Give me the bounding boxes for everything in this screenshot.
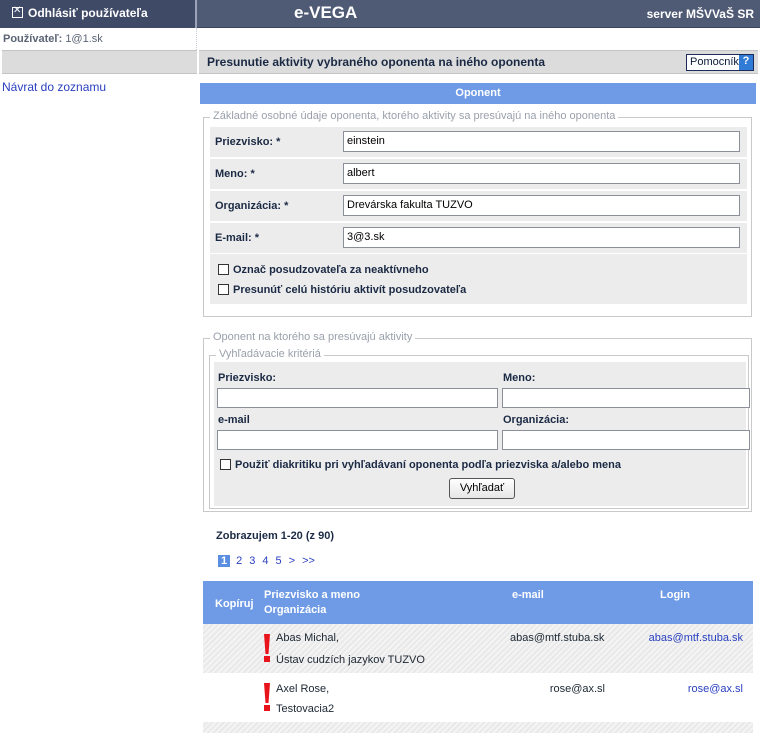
row-email: abas@mtf.stuba.sk (510, 632, 605, 644)
row-name: Abas Michal, (276, 632, 339, 644)
row-login-link[interactable]: rose@ax.sl (688, 683, 743, 695)
target-legend: Oponent na ktorého sa presúvajú aktivity (210, 331, 416, 343)
search-name-label: Meno: (503, 372, 536, 384)
top-bar: Odhlásiť používateľa e-VEGA server MŠVVa… (0, 0, 760, 28)
diacritics-checkbox-row[interactable]: Použiť diakritiku pri vyhľadávaní oponen… (220, 459, 621, 471)
email-label: E-mail: * (215, 232, 260, 244)
row-login-link[interactable]: abas@mtf.stuba.sk (649, 632, 743, 644)
search-surname-label: Priezvisko: (218, 372, 277, 384)
source-checkbox-area: Označ posudzovateľa za neaktívneho Presu… (210, 254, 747, 304)
col-email: e-mail (512, 589, 544, 601)
page-5-link[interactable]: 5 (276, 555, 282, 567)
surname-row: Priezvisko: * einstein (210, 127, 747, 157)
results-table-header: Kopíruj Priezvisko a meno Organizácia e-… (203, 581, 753, 624)
table-row: Abas Michal, Ústav cudzích jazykov TUZVO… (203, 624, 753, 673)
surname-input[interactable]: einstein (343, 131, 740, 152)
help-icon: ? (739, 55, 753, 70)
history-checkbox-label: Presunúť celú históriu aktivít posudzova… (233, 284, 467, 296)
table-row-partial (203, 722, 753, 733)
email-row: E-mail: * 3@3.sk (210, 223, 747, 253)
search-org-input[interactable] (502, 430, 750, 450)
col-name: Priezvisko a meno (264, 589, 360, 601)
search-button[interactable]: Vyhľadať (449, 478, 515, 499)
row-organization: Ústav cudzích jazykov TUZVO (276, 654, 425, 666)
user-info: Používateľ: 1@1.sk (0, 28, 197, 50)
search-email-label: e-mail (218, 414, 250, 426)
history-checkbox[interactable] (218, 284, 229, 295)
col-organization: Organizácia (264, 604, 327, 616)
row-email: rose@ax.sl (549, 683, 605, 695)
logout-label: Odhlásiť používateľa (28, 6, 148, 20)
last-page-link[interactable]: >> (302, 555, 315, 567)
source-legend: Základné osobné údaje oponenta, ktorého … (210, 110, 619, 122)
email-input[interactable]: 3@3.sk (343, 227, 740, 248)
row-name: Axel Rose, (276, 683, 330, 695)
name-input[interactable]: albert (343, 163, 740, 184)
row-organization: Testovacia2 (276, 703, 335, 715)
search-org-label: Organizácia: (503, 414, 570, 426)
history-checkbox-row[interactable]: Presunúť celú históriu aktivít posudzova… (218, 284, 466, 296)
header-band: Presunutie aktivity vybraného oponenta n… (199, 50, 758, 74)
criteria-legend: Vyhľadávacie kritériá (216, 348, 324, 360)
warning-icon (264, 634, 270, 662)
warning-icon (264, 683, 270, 711)
organization-label: Organizácia: * (215, 200, 289, 212)
organization-input[interactable]: Drevárska fakulta TUZVO (343, 195, 740, 216)
user-value: 1@1.sk (65, 33, 103, 45)
app-title: e-VEGA (294, 3, 358, 22)
page-1-current[interactable]: 1 (218, 555, 231, 567)
next-page-link[interactable]: > (289, 555, 295, 567)
help-label: Pomocník (690, 56, 739, 68)
results-summary: Zobrazujem 1-20 (z 90) (216, 530, 334, 542)
diacritics-checkbox-label: Použiť diakritiku pri vyhľadávaní oponen… (235, 459, 622, 471)
diacritics-checkbox[interactable] (220, 459, 231, 470)
page-title: Presunutie aktivity vybraného oponenta n… (207, 55, 546, 69)
help-button[interactable]: Pomocník ? (686, 54, 754, 71)
page-4-link[interactable]: 4 (262, 555, 268, 567)
pagination: 1 2 3 4 5 > >> (218, 555, 322, 567)
search-email-input[interactable] (217, 430, 498, 450)
table-row: Axel Rose, Testovacia2 rose@ax.sl rose@a… (203, 673, 753, 722)
name-row: Meno: * albert (210, 159, 747, 189)
search-surname-input[interactable] (217, 388, 498, 408)
close-icon (12, 5, 23, 18)
col-copy: Kopíruj (215, 598, 254, 610)
surname-label: Priezvisko: * (215, 136, 281, 148)
server-label: server MŠVVaŠ SR (646, 7, 754, 21)
logout-button[interactable]: Odhlásiť používateľa (0, 0, 197, 28)
inactive-checkbox-row[interactable]: Označ posudzovateľa za neaktívneho (218, 264, 429, 276)
page-2-link[interactable]: 2 (236, 555, 242, 567)
organization-row: Organizácia: * Drevárska fakulta TUZVO (210, 191, 747, 221)
search-name-input[interactable] (502, 388, 750, 408)
source-opponent-fieldset: Základné osobné údaje oponenta, ktorého … (203, 110, 752, 317)
name-label: Meno: * (215, 168, 255, 180)
section-header-oponent: Oponent (200, 83, 756, 104)
header-band-left (2, 50, 197, 74)
col-login: Login (660, 589, 690, 601)
inactive-checkbox[interactable] (218, 264, 229, 275)
page-3-link[interactable]: 3 (249, 555, 255, 567)
back-to-list-link[interactable]: Návrat do zoznamu (2, 80, 106, 94)
user-label: Používateľ: (3, 33, 63, 45)
inactive-checkbox-label: Označ posudzovateľa za neaktívneho (233, 264, 429, 276)
